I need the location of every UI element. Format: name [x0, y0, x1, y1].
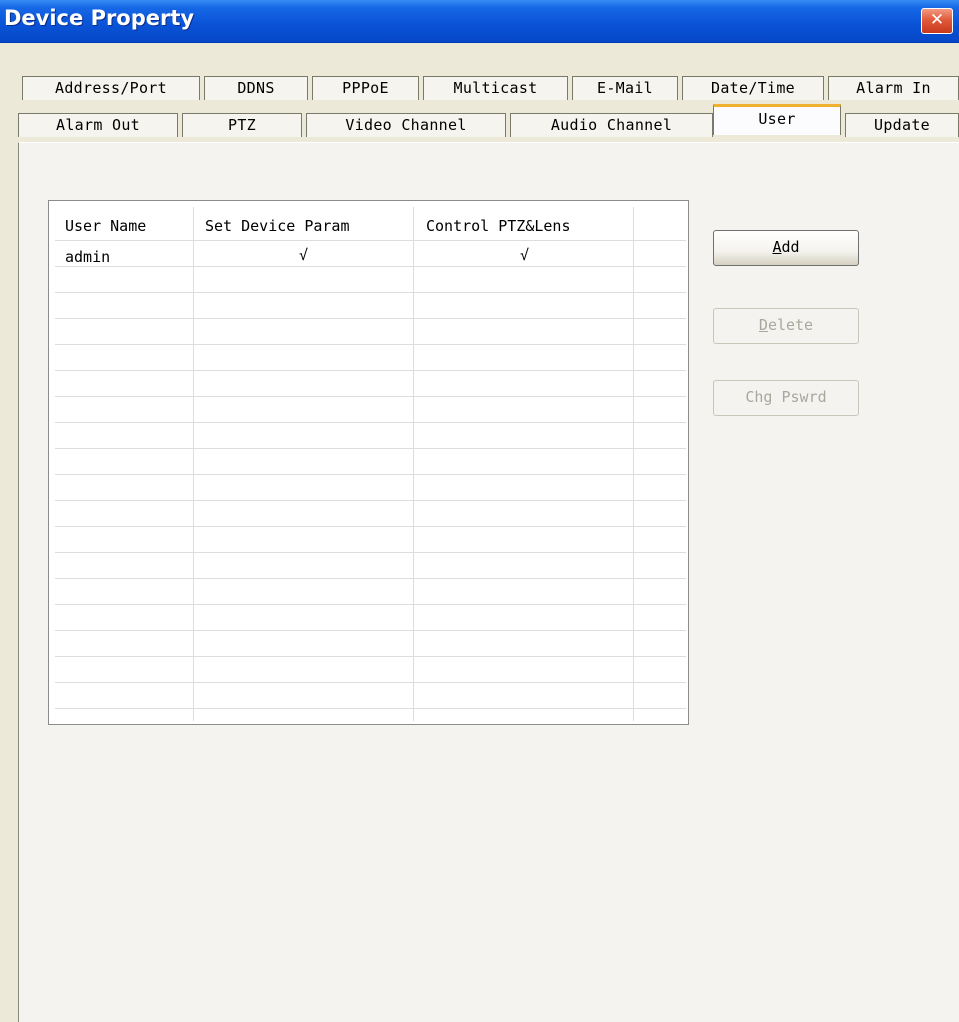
title-bar[interactable]: Device Property ✕	[0, 0, 959, 43]
row-divider	[55, 526, 686, 527]
row-divider	[55, 422, 686, 423]
add-button[interactable]: Add	[713, 230, 859, 266]
row-divider	[55, 370, 686, 371]
row-divider	[55, 318, 686, 319]
row-divider	[55, 240, 686, 241]
row-divider	[55, 682, 686, 683]
column-header-control-ptz-lens[interactable]: Control PTZ&Lens	[426, 212, 571, 240]
tab-ddns[interactable]: DDNS	[204, 76, 308, 100]
tab-update[interactable]: Update	[845, 113, 959, 137]
tab-alarm-in[interactable]: Alarm In	[828, 76, 959, 100]
delete-button-label: elete	[767, 316, 814, 334]
row-divider	[55, 630, 686, 631]
column-divider	[633, 207, 634, 721]
tab-date-time[interactable]: Date/Time	[682, 76, 824, 100]
column-header-user-name[interactable]: User Name	[65, 212, 146, 240]
set-device-param-check: √	[299, 246, 309, 264]
user-list-table[interactable]: User Name Set Device Param Control PTZ&L…	[48, 200, 689, 725]
tab-audio-channel[interactable]: Audio Channel	[510, 113, 713, 137]
close-icon[interactable]: ✕	[921, 8, 953, 34]
row-divider	[55, 266, 686, 267]
row-divider	[55, 396, 686, 397]
row-divider	[55, 604, 686, 605]
delete-button[interactable]: Delete	[713, 308, 859, 344]
row-divider	[55, 292, 686, 293]
tab-email[interactable]: E-Mail	[572, 76, 678, 100]
row-divider	[55, 474, 686, 475]
column-divider	[193, 207, 194, 721]
tab-pppoe[interactable]: PPPoE	[312, 76, 419, 100]
row-divider	[55, 578, 686, 579]
tab-ptz[interactable]: PTZ	[182, 113, 302, 137]
window-title: Device Property	[4, 6, 195, 30]
row-divider	[55, 708, 686, 709]
add-button-label: dd	[781, 238, 800, 256]
tab-video-channel[interactable]: Video Channel	[306, 113, 506, 137]
user-name-cell: admin	[65, 248, 111, 266]
column-header-set-device-param[interactable]: Set Device Param	[205, 212, 350, 240]
tab-address-port[interactable]: Address/Port	[22, 76, 200, 100]
row-divider	[55, 448, 686, 449]
tab-user[interactable]: User	[713, 104, 841, 135]
control-ptz-lens-check: √	[520, 246, 530, 264]
column-divider	[413, 207, 414, 721]
tab-alarm-out[interactable]: Alarm Out	[18, 113, 178, 137]
row-divider	[55, 656, 686, 657]
row-divider	[55, 552, 686, 553]
tab-multicast[interactable]: Multicast	[423, 76, 568, 100]
delete-button-mnemonic: D	[758, 316, 768, 334]
row-divider	[55, 500, 686, 501]
change-password-button[interactable]: Chg Pswrd	[713, 380, 859, 416]
row-divider	[55, 344, 686, 345]
